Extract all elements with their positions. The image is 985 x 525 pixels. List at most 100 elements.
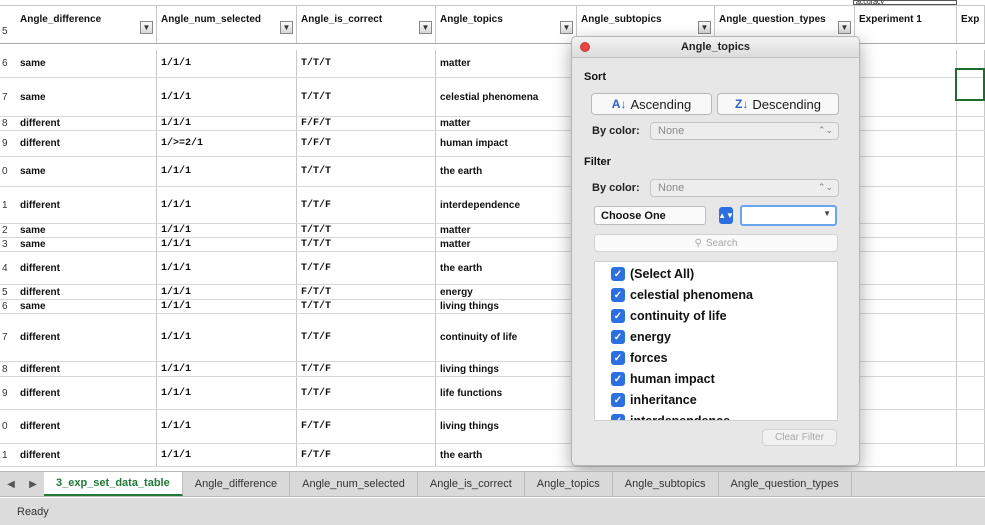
table-cell[interactable]: different <box>16 362 157 376</box>
checkbox-icon[interactable]: ✓ <box>611 330 625 344</box>
table-cell[interactable] <box>957 238 985 251</box>
table-cell[interactable] <box>855 157 957 186</box>
table-cell[interactable]: T/T/T <box>297 224 436 237</box>
table-cell[interactable]: F/T/F <box>297 410 436 443</box>
table-cell[interactable]: the earth <box>436 157 577 186</box>
table-cell[interactable]: T/T/T <box>297 50 436 77</box>
table-cell[interactable] <box>957 300 985 313</box>
table-cell[interactable]: 1/1/1 <box>157 187 297 223</box>
selected-cell[interactable] <box>955 68 985 101</box>
filter-value-item[interactable]: ✓ human impact <box>611 369 715 389</box>
table-cell[interactable] <box>855 377 957 409</box>
table-cell[interactable]: 1/1/1 <box>157 224 297 237</box>
checkbox-icon[interactable]: ✓ <box>611 372 625 386</box>
table-cell[interactable]: human impact <box>436 131 577 156</box>
table-cell[interactable]: different <box>16 444 157 466</box>
table-cell[interactable]: F/T/F <box>297 444 436 466</box>
table-cell[interactable]: 1/1/1 <box>157 410 297 443</box>
table-cell[interactable]: same <box>16 78 157 116</box>
table-cell[interactable] <box>855 224 957 237</box>
filter-by-color-select[interactable]: None ⌃⌄ <box>650 179 839 197</box>
filter-value-item[interactable]: ✓ celestial phenomena <box>611 285 753 305</box>
table-cell[interactable]: T/T/F <box>297 362 436 376</box>
checkbox-icon[interactable]: ✓ <box>611 267 625 281</box>
table-cell[interactable]: living things <box>436 300 577 313</box>
table-cell[interactable]: T/T/F <box>297 377 436 409</box>
header-cell[interactable]: Exp <box>957 6 985 43</box>
filter-search-input[interactable]: ⚲ Search <box>594 234 838 252</box>
filter-dropdown-icon[interactable]: ▼ <box>280 21 293 34</box>
table-cell[interactable]: matter <box>436 117 577 130</box>
table-cell[interactable] <box>957 410 985 443</box>
sheet-tab[interactable]: Angle_subtopics <box>613 472 719 496</box>
table-cell[interactable]: matter <box>436 50 577 77</box>
table-cell[interactable]: T/F/T <box>297 131 436 156</box>
filter-value-item[interactable]: ✓ (Select All) <box>611 264 694 284</box>
table-cell[interactable]: T/T/F <box>297 187 436 223</box>
table-cell[interactable]: same <box>16 238 157 251</box>
table-cell[interactable] <box>855 314 957 361</box>
sort-filter-popup[interactable]: Angle_topics Sort A↓ Ascending Z↓ Descen… <box>571 36 860 466</box>
table-cell[interactable] <box>855 444 957 466</box>
table-cell[interactable]: living things <box>436 362 577 376</box>
table-cell[interactable]: different <box>16 410 157 443</box>
sheet-tab[interactable]: Angle_topics <box>525 472 613 496</box>
table-cell[interactable]: T/T/F <box>297 314 436 361</box>
top-cell[interactable]: accuracy <box>853 0 957 5</box>
condition-dropdown-icon[interactable]: ▲▼ <box>718 207 734 224</box>
table-cell[interactable]: different <box>16 377 157 409</box>
header-cell[interactable]: Experiment 1 <box>855 6 957 43</box>
table-cell[interactable] <box>957 444 985 466</box>
table-cell[interactable]: F/F/T <box>297 117 436 130</box>
filter-dropdown-icon[interactable]: ▼ <box>838 21 851 34</box>
next-sheet-icon[interactable]: ▶ <box>22 472 44 496</box>
table-cell[interactable] <box>957 117 985 130</box>
table-cell[interactable] <box>957 285 985 299</box>
table-cell[interactable] <box>855 131 957 156</box>
table-cell[interactable] <box>855 410 957 443</box>
table-cell[interactable]: matter <box>436 238 577 251</box>
filter-value-item[interactable]: ✓ interdependence <box>611 411 730 420</box>
table-cell[interactable]: the earth <box>436 252 577 284</box>
header-cell[interactable]: Angle_num_selected ▼ <box>157 6 297 43</box>
sort-descending-button[interactable]: Z↓ Descending <box>717 93 839 115</box>
checkbox-icon[interactable]: ✓ <box>611 393 625 407</box>
sheet-tab[interactable]: Angle_is_correct <box>418 472 525 496</box>
table-cell[interactable]: energy <box>436 285 577 299</box>
table-cell[interactable]: T/T/T <box>297 157 436 186</box>
table-cell[interactable]: 1/1/1 <box>157 314 297 361</box>
table-cell[interactable] <box>855 300 957 313</box>
table-cell[interactable]: T/T/T <box>297 300 436 313</box>
table-cell[interactable]: 1/1/1 <box>157 78 297 116</box>
table-cell[interactable] <box>957 157 985 186</box>
table-cell[interactable]: same <box>16 224 157 237</box>
sheet-tab[interactable]: Angle_difference <box>183 472 291 496</box>
checkbox-icon[interactable]: ✓ <box>611 309 625 323</box>
header-cell[interactable]: Angle_is_correct ▼ <box>297 6 436 43</box>
table-cell[interactable] <box>855 187 957 223</box>
table-cell[interactable] <box>957 131 985 156</box>
table-cell[interactable] <box>855 117 957 130</box>
table-cell[interactable] <box>855 252 957 284</box>
table-cell[interactable]: different <box>16 252 157 284</box>
table-cell[interactable] <box>957 377 985 409</box>
checkbox-icon[interactable]: ✓ <box>611 351 625 365</box>
table-cell[interactable]: T/T/T <box>297 238 436 251</box>
table-cell[interactable]: 1/1/1 <box>157 285 297 299</box>
table-cell[interactable]: T/T/T <box>297 78 436 116</box>
table-cell[interactable] <box>957 362 985 376</box>
table-cell[interactable] <box>957 187 985 223</box>
filter-dropdown-icon[interactable]: ▼ <box>419 21 432 34</box>
sort-by-color-select[interactable]: None ⌃⌄ <box>650 122 839 140</box>
sheet-tab[interactable]: Angle_question_types <box>719 472 852 496</box>
table-cell[interactable] <box>855 285 957 299</box>
clear-filter-button[interactable]: Clear Filter <box>762 429 837 446</box>
table-cell[interactable]: 1/1/1 <box>157 157 297 186</box>
table-cell[interactable]: same <box>16 50 157 77</box>
sort-ascending-button[interactable]: A↓ Ascending <box>591 93 712 115</box>
table-cell[interactable]: different <box>16 187 157 223</box>
table-cell[interactable]: interdependence <box>436 187 577 223</box>
table-cell[interactable]: different <box>16 314 157 361</box>
sheet-tab[interactable]: 3_exp_set_data_table <box>44 472 183 496</box>
table-cell[interactable]: different <box>16 117 157 130</box>
